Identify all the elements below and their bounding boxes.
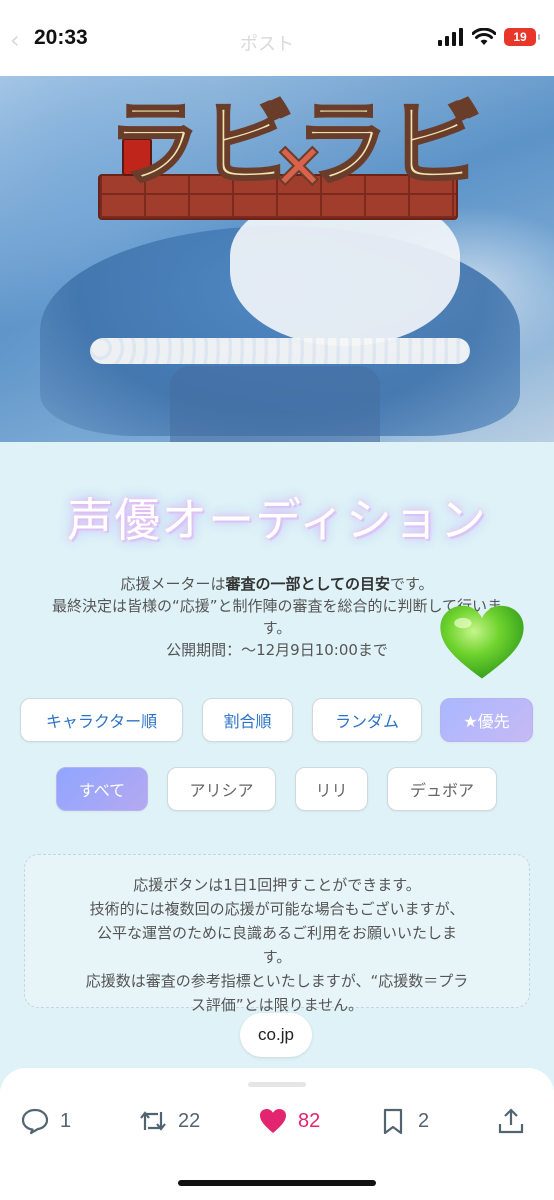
bookmark-button[interactable]: 2 <box>378 1106 429 1136</box>
signal-icon <box>438 28 463 46</box>
status-bar: ‹ 20:33 ポスト 19 <box>0 0 554 76</box>
repost-count: 22 <box>178 1109 201 1132</box>
filter-dubois-button[interactable]: デュボア <box>387 767 497 811</box>
green-heart-icon <box>440 605 524 679</box>
filter-riri-button[interactable]: リリ <box>295 767 368 811</box>
repost-icon <box>140 1111 166 1131</box>
sort-random-button[interactable]: ランダム <box>312 698 422 742</box>
post-action-bar: 1 22 82 2 <box>0 1068 554 1200</box>
sheet-grabber[interactable] <box>248 1082 306 1087</box>
page-title-ghost: ポスト <box>240 34 294 55</box>
hero-illustration: ラビラビ × <box>0 76 554 442</box>
support-info-box: 応援ボタンは1日1回押すことができます。 技術的には複数回の応援が可能な場合もご… <box>24 854 530 1014</box>
wifi-icon <box>472 28 496 45</box>
heart-filled-icon <box>260 1109 286 1133</box>
link-domain-chip[interactable]: co.jp <box>240 1013 312 1057</box>
filter-all-button[interactable]: すべて <box>56 767 148 811</box>
note-text: です。 <box>390 575 434 593</box>
frill-illustration <box>90 338 470 364</box>
note-text: 応援メーターは <box>120 575 226 593</box>
share-button[interactable] <box>496 1106 526 1136</box>
info-line: 応援数は審査の参考指標といたしますが、“応援数＝プラ <box>85 972 469 990</box>
reply-button[interactable]: 1 <box>20 1106 71 1136</box>
logo-cross: × <box>271 127 327 203</box>
note-emphasis: 審査の一部としての目安 <box>225 575 391 593</box>
info-line: す。 <box>262 948 292 966</box>
bookmark-icon <box>383 1108 403 1135</box>
reply-icon <box>21 1108 49 1135</box>
reply-count: 1 <box>60 1109 72 1132</box>
share-icon <box>498 1108 524 1134</box>
status-icons: 19 <box>438 28 540 46</box>
sort-priority-button[interactable]: ★優先 <box>440 698 533 742</box>
sort-by-ratio-button[interactable]: 割合順 <box>202 698 293 742</box>
bookmark-count: 2 <box>418 1109 430 1132</box>
like-button[interactable]: 82 <box>258 1106 320 1136</box>
repost-button[interactable]: 22 <box>138 1106 200 1136</box>
filter-alicia-button[interactable]: アリシア <box>167 767 276 811</box>
status-time: 20:33 <box>34 26 88 49</box>
back-arrow-icon[interactable]: ‹ <box>10 26 20 54</box>
home-indicator <box>178 1180 376 1186</box>
page-title: 声優オーディション <box>67 493 487 547</box>
info-line: 応援ボタンは1日1回押すことができます。 <box>133 876 421 894</box>
info-line: 公平な運営のために良識あるご利用をお願いいたしま <box>96 924 457 942</box>
like-count: 82 <box>298 1109 321 1132</box>
note-line-1: 応援メーターは審査の一部としての目安です。 <box>0 573 554 595</box>
info-line: 技術的には複数回の応援が可能な場合もございますが、 <box>89 900 465 918</box>
battery-icon: 19 <box>504 28 540 46</box>
legs-illustration <box>170 366 380 442</box>
sort-by-character-button[interactable]: キャラクター順 <box>20 698 183 742</box>
